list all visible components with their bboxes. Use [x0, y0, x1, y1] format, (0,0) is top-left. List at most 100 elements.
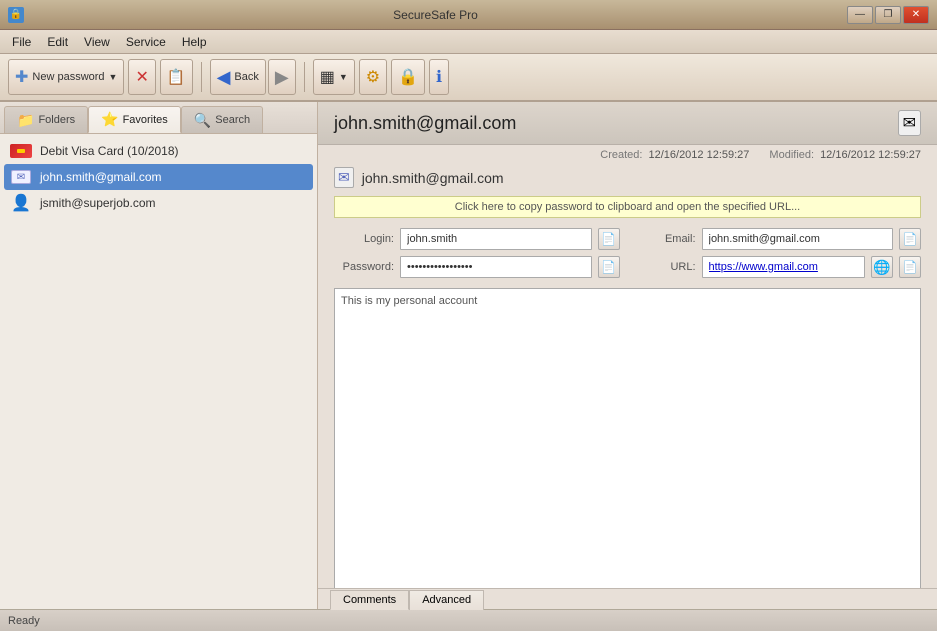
menu-service[interactable]: Service [118, 33, 174, 51]
item-label-john-gmail: john.smith@gmail.com [40, 170, 162, 184]
list-item-debit-visa[interactable]: Debit Visa Card (10/2018) [4, 138, 313, 164]
title-bar: 🔒 SecureSafe Pro — ❐ ✕ [0, 0, 937, 30]
login-label: Login: [334, 233, 394, 245]
new-password-button[interactable]: ✚ New password ▼ [8, 59, 124, 95]
close-button[interactable]: ✕ [903, 6, 929, 24]
view-icon: ▦ [320, 67, 335, 87]
comments-text: This is my personal account [341, 295, 477, 307]
menu-view[interactable]: View [76, 33, 118, 51]
menu-file[interactable]: File [4, 33, 39, 51]
window-title: SecureSafe Pro [24, 8, 847, 22]
password-label: Password: [334, 261, 394, 273]
tab-favorites-label: Favorites [123, 114, 168, 126]
tab-search-label: Search [215, 114, 250, 126]
tab-folders-label: Folders [38, 114, 75, 126]
app-icon: 🔒 [8, 7, 24, 23]
delete-button[interactable]: ✕ [128, 59, 155, 95]
back-label: Back [234, 71, 258, 83]
search-icon: 🔍 [194, 112, 211, 129]
password-input[interactable] [400, 256, 592, 278]
toolbar-separator-2 [304, 62, 305, 92]
toolbar-separator-1 [201, 62, 202, 92]
new-password-label: New password [32, 71, 104, 83]
folder-icon: 📁 [17, 112, 34, 129]
menu-help[interactable]: Help [174, 33, 215, 51]
entry-name: john.smith@gmail.com [362, 170, 504, 186]
login-field-row: Login: 📄 [334, 228, 620, 250]
sidebar-tabs: 📁 Folders ⭐ Favorites 🔍 Search [0, 102, 317, 134]
dropdown-arrow-icon: ▼ [109, 72, 118, 82]
copy-email-button[interactable]: 📄 [899, 228, 921, 250]
status-bar: Ready [0, 609, 937, 631]
copy-password-button[interactable]: 📄 [598, 256, 620, 278]
fields-grid: Login: 📄 Email: 📄 Password: 📄 [318, 222, 937, 284]
window-controls: — ❐ ✕ [847, 6, 929, 24]
entry-email-icon: ✉ [334, 167, 354, 188]
copy-url-button[interactable]: 📄 [899, 256, 921, 278]
tab-comments[interactable]: Comments [330, 590, 409, 610]
created-info: Created: 12/16/2012 12:59:27 [600, 149, 749, 161]
minimize-button[interactable]: — [847, 6, 873, 24]
created-label: Created: [600, 149, 642, 161]
email-label: Email: [636, 233, 696, 245]
modified-info: Modified: 12/16/2012 12:59:27 [769, 149, 921, 161]
tab-comments-label: Comments [343, 594, 396, 606]
content-body: Created: 12/16/2012 12:59:27 Modified: 1… [318, 145, 937, 609]
email-field-row: Email: 📄 [636, 228, 922, 250]
info-button[interactable]: ℹ [429, 59, 449, 95]
header-email-icon: ✉ [898, 110, 921, 136]
email-icon: ✉ [10, 169, 32, 185]
menu-edit[interactable]: Edit [39, 33, 76, 51]
card-icon [10, 143, 32, 159]
view-dropdown-icon: ▼ [339, 72, 348, 82]
menu-bar: File Edit View Service Help [0, 30, 937, 54]
password-field-row: Password: 📄 [334, 256, 620, 278]
content-header: john.smith@gmail.com ✉ [318, 102, 937, 145]
tab-advanced-label: Advanced [422, 594, 471, 606]
tab-favorites[interactable]: ⭐ Favorites [88, 106, 181, 133]
back-arrow-icon: ◀ [217, 67, 231, 88]
sidebar: 📁 Folders ⭐ Favorites 🔍 Search Debit Vis… [0, 102, 318, 609]
back-button[interactable]: ◀ Back [210, 59, 266, 95]
clipboard-bar[interactable]: Click here to copy password to clipboard… [334, 196, 921, 218]
tab-folders[interactable]: 📁 Folders [4, 106, 88, 133]
lock-icon: 🔒 [398, 67, 418, 87]
item-label-jsmith-superjob: jsmith@superjob.com [40, 196, 156, 210]
star-icon: ⭐ [101, 111, 118, 128]
plus-icon: ✚ [15, 67, 28, 87]
settings-button[interactable]: ⚙ [359, 59, 387, 95]
copy-login-button[interactable]: 📄 [598, 228, 620, 250]
url-input[interactable] [702, 256, 866, 278]
tab-search[interactable]: 🔍 Search [181, 106, 263, 133]
metadata-row: Created: 12/16/2012 12:59:27 Modified: 1… [318, 145, 937, 163]
url-field-row: URL: 🌐 📄 [636, 256, 922, 278]
modified-value: 12/16/2012 12:59:27 [820, 149, 921, 161]
tab-advanced[interactable]: Advanced [409, 590, 484, 610]
lock-button[interactable]: 🔒 [391, 59, 425, 95]
url-label: URL: [636, 261, 696, 273]
copy-button[interactable]: 📋 [160, 59, 193, 95]
email-input[interactable] [702, 228, 894, 250]
browse-url-button[interactable]: 🌐 [871, 256, 893, 278]
modified-label: Modified: [769, 149, 814, 161]
restore-button[interactable]: ❐ [875, 6, 901, 24]
list-item-john-gmail[interactable]: ✉ john.smith@gmail.com [4, 164, 313, 190]
nav-group: ◀ Back ▶ [210, 59, 296, 95]
main-area: 📁 Folders ⭐ Favorites 🔍 Search Debit Vis… [0, 102, 937, 609]
status-text: Ready [8, 615, 40, 627]
toolbar: ✚ New password ▼ ✕ 📋 ◀ Back ▶ ▦ ▼ ⚙ 🔒 ℹ [0, 54, 937, 102]
entry-header: ✉ john.smith@gmail.com [318, 163, 937, 192]
delete-icon: ✕ [135, 67, 148, 87]
created-value: 12/16/2012 12:59:27 [648, 149, 749, 161]
info-icon: ℹ [436, 67, 442, 87]
login-input[interactable] [400, 228, 592, 250]
sidebar-list: Debit Visa Card (10/2018) ✉ john.smith@g… [0, 134, 317, 609]
gear-icon: ⚙ [366, 67, 380, 87]
bottom-tabs: Comments Advanced [318, 588, 937, 609]
list-item-jsmith-superjob[interactable]: 👤 jsmith@superjob.com [4, 190, 313, 216]
comments-area: This is my personal account [334, 288, 921, 588]
content-area: john.smith@gmail.com ✉ Created: 12/16/20… [318, 102, 937, 609]
view-button[interactable]: ▦ ▼ [313, 59, 355, 95]
forward-button[interactable]: ▶ [268, 59, 296, 95]
user-icon: 👤 [10, 195, 32, 211]
